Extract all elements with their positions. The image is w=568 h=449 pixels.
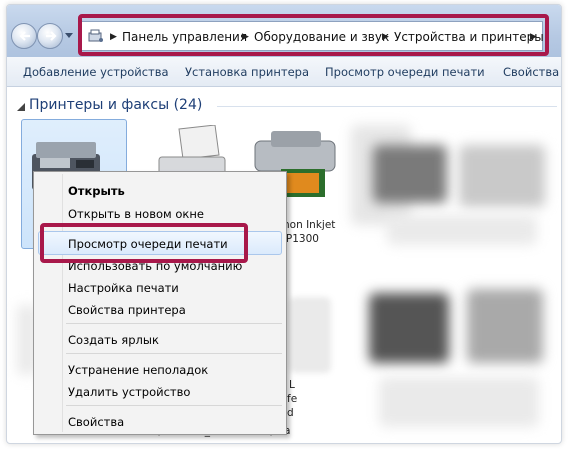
- group-divider: [217, 106, 557, 107]
- blurred-device: [289, 297, 331, 373]
- menu-separator: [66, 405, 282, 406]
- back-button[interactable]: [11, 23, 37, 49]
- blurred-label: [387, 215, 537, 245]
- command-bar: Добавление устройства Установка принтера…: [7, 57, 561, 87]
- server-properties-button[interactable]: Свойства се: [503, 65, 561, 79]
- add-printer-button[interactable]: Установка принтера: [185, 65, 309, 79]
- back-arrow-icon: [19, 31, 30, 41]
- blurred-label: [379, 377, 539, 427]
- explorer-window: ▶ Панель управления ▶ Оборудование и зву…: [6, 4, 562, 444]
- menu-separator: [66, 353, 282, 354]
- navigation-bar: ▶ Панель управления ▶ Оборудование и зву…: [7, 5, 561, 57]
- blurred-device: [369, 293, 449, 363]
- add-device-button[interactable]: Добавление устройства: [23, 65, 169, 79]
- menu-item-open-new-window[interactable]: Открыть в новом окне: [68, 207, 204, 221]
- menu-item-create-shortcut[interactable]: Создать ярлык: [68, 333, 159, 347]
- history-dropdown-icon[interactable]: [65, 33, 73, 39]
- device-label: iP1300: [283, 233, 319, 245]
- device-label: fe: [287, 393, 298, 405]
- menu-separator: [66, 323, 282, 324]
- menu-item-printer-properties[interactable]: Свойства принтера: [68, 303, 186, 317]
- address-highlight-frame: [78, 14, 549, 56]
- device-label: L: [289, 379, 295, 391]
- menu-item-open[interactable]: Открыть: [68, 184, 125, 198]
- blurred-device: [373, 145, 447, 203]
- menu-highlight-frame: [40, 223, 248, 263]
- forward-arrow-icon: [46, 31, 57, 41]
- collapse-triangle-icon[interactable]: [17, 103, 25, 111]
- device-label: d: [287, 407, 294, 419]
- forward-button[interactable]: [37, 23, 63, 49]
- blurred-device: [467, 289, 543, 363]
- menu-item-printing-preferences[interactable]: Настройка печати: [68, 281, 179, 295]
- device-label: non Inkjet: [283, 219, 336, 231]
- blurred-device: [459, 145, 545, 207]
- group-title[interactable]: Принтеры и факсы (24): [29, 97, 202, 113]
- context-menu: Открыть Открыть в новом окне Просмотр оч…: [33, 171, 287, 435]
- menu-item-troubleshoot[interactable]: Устранение неполадок: [68, 363, 208, 377]
- menu-gutter: [62, 174, 63, 432]
- menu-item-remove-device[interactable]: Удалить устройство: [68, 385, 190, 399]
- menu-item-properties[interactable]: Свойства: [68, 415, 124, 429]
- see-print-queue-button[interactable]: Просмотр очереди печати: [325, 65, 485, 79]
